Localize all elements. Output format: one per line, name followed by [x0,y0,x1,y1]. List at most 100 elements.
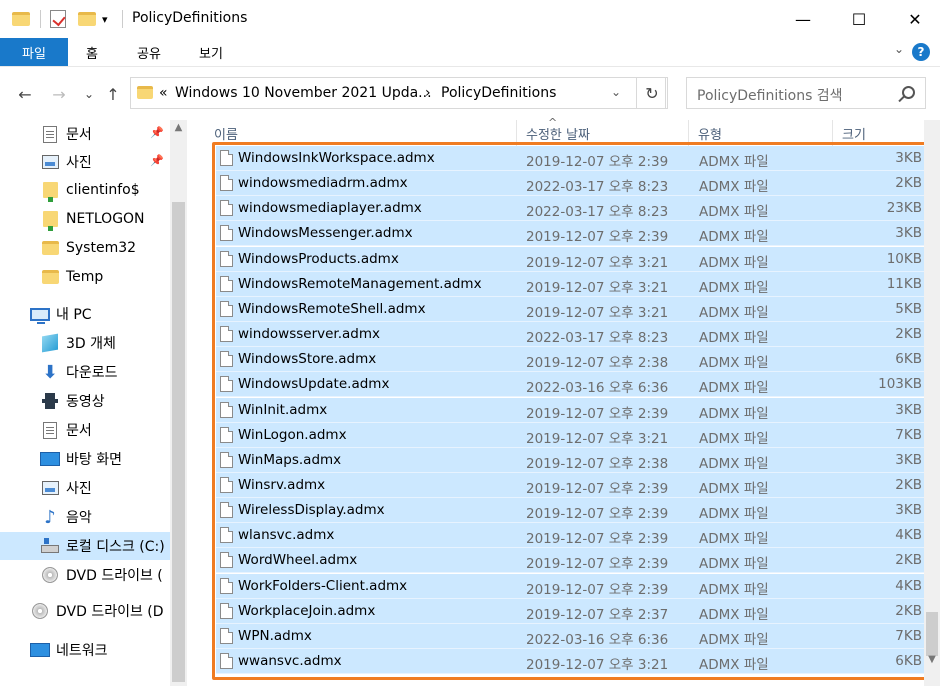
search-icon[interactable] [902,86,915,99]
new-folder-icon[interactable] [78,9,96,29]
file-size: 7KB [895,426,922,443]
table-row[interactable]: windowsmediadrm.admx 2022-03-17 오후 8:23 AD… [216,171,924,197]
search-input[interactable]: PolicyDefinitions 검색 [686,77,926,109]
sidebar-item-network[interactable]: 네트워크 [0,636,170,664]
file-icon [220,326,233,343]
sidebar-item-3d-objects[interactable]: 3D 개체 [0,329,170,357]
file-type: ADMX 파일 [699,506,769,523]
sidebar-item-dvd-drive[interactable]: DVD 드라이브 ( [0,561,170,589]
sidebar-item-videos[interactable]: 동영상 [0,387,170,415]
ribbon-expand-button[interactable]: ⌄ [894,42,904,56]
table-row[interactable]: WindowsUpdate.admx 2022-03-16 오후 6:36 ADMX… [216,372,924,398]
sidebar-item-documents[interactable]: 문서 [0,416,170,444]
table-row[interactable]: WinMaps.admx 2019-12-07 오후 2:38 ADMX 파일 3KB [216,447,924,473]
column-header-name[interactable]: 이름 [214,120,514,146]
scroll-up-icon[interactable]: ▲ [170,122,187,136]
sidebar-item-desktop[interactable]: 바탕 화면 [0,445,170,473]
sidebar-scrollbar-thumb[interactable] [172,202,185,682]
file-icon [220,401,233,418]
sidebar-item-dvd-drive-d[interactable]: DVD 드라이브 (D [0,597,170,625]
file-icon [220,451,233,468]
close-button[interactable]: ✕ [892,0,938,38]
table-row[interactable]: WPN.admx 2022-03-16 오후 6:36 ADMX 파일 7KB [216,623,924,649]
refresh-button[interactable]: ↻ [636,77,668,109]
file-list-scrollbar-thumb[interactable] [926,612,938,656]
sidebar-item-pictures[interactable]: 사진 [0,474,170,502]
file-size: 23KB [886,200,922,217]
table-row[interactable]: WorkFolders-Client.admx 2019-12-07 오후 2:3… [216,573,924,599]
file-size: 7KB [895,627,922,644]
sidebar-item-local-disk-c[interactable]: 로컬 디스크 (C:) [0,532,170,560]
file-type: ADMX 파일 [699,430,769,447]
tab-share[interactable]: 공유 [126,38,172,66]
table-row[interactable]: WindowsStore.admx 2019-12-07 오후 2:38 ADMX … [216,347,924,373]
table-row[interactable]: WindowsMessenger.admx 2019-12-07 오후 2:39 A… [216,221,924,247]
sidebar-item-pictures-quick[interactable]: 사진 [0,148,170,176]
column-divider[interactable] [832,120,833,146]
sidebar-item-label: 로컬 디스크 (C:) [66,539,165,555]
column-divider[interactable] [516,120,517,146]
table-row[interactable]: wlansvc.admx 2019-12-07 오후 2:39 ADMX 파일 4KB [216,523,924,549]
file-icon [220,476,233,493]
recent-locations-button[interactable]: ⌄ [78,83,100,105]
sidebar-item-label: 문서 [66,423,92,439]
table-row[interactable]: WindowsRemoteManagement.admx 2019-12-07 오… [216,271,924,297]
table-row[interactable]: WindowsProducts.admx 2019-12-07 오후 3:21 AD… [216,246,924,272]
sidebar-item-downloads[interactable]: ⬇ 다운로드 [0,358,170,386]
column-header-type[interactable]: 유형 [698,120,828,146]
table-row[interactable]: WinInit.admx 2019-12-07 오후 2:39 ADMX 파일 3KB [216,397,924,423]
table-row[interactable]: WindowsInkWorkspace.admx 2019-12-07 오후 2:… [216,146,924,171]
address-dropdown-button[interactable]: ⌄ [611,85,621,99]
maximize-button[interactable]: ☐ [836,0,882,38]
sidebar-item-clientinfo[interactable]: clientinfo$ [0,176,170,204]
breadcrumb-current[interactable]: PolicyDefinitions [441,85,556,101]
file-name: WindowsInkWorkspace.admx [238,150,435,166]
quick-access-dropdown-icon[interactable]: ▾ [102,9,108,29]
minimize-button[interactable]: — [780,0,826,38]
file-type: ADMX 파일 [699,254,769,271]
breadcrumb-overflow[interactable]: « [159,85,168,101]
sidebar-item-netlogon[interactable]: NETLOGON [0,205,170,233]
file-size: 2KB [895,476,922,493]
table-row[interactable]: Winsrv.admx 2019-12-07 오후 2:39 ADMX 파일 2KB [216,472,924,498]
breadcrumb-separator[interactable]: › [425,85,431,101]
table-row[interactable]: WordWheel.admx 2019-12-07 오후 2:39 ADMX 파일 2… [216,548,924,574]
breadcrumb-parent[interactable]: Windows 10 November 2021 Upda... [175,85,432,101]
sidebar-item-documents-quick[interactable]: 문서 [0,120,170,148]
table-row[interactable]: windowsserver.admx 2022-03-17 오후 8:23 ADMX… [216,322,924,348]
sidebar-item-label: System32 [66,240,137,256]
forward-button[interactable]: → [48,83,70,105]
table-row[interactable]: WinLogon.admx 2019-12-07 오후 3:21 ADMX 파일 7K… [216,422,924,448]
address-bar[interactable]: « Windows 10 November 2021 Upda... › Pol… [130,77,666,109]
table-row[interactable]: windowsmediaplayer.admx 2022-03-17 오후 8:2… [216,196,924,222]
file-name: windowsserver.admx [238,326,381,343]
tab-file[interactable]: 파일 [0,38,68,66]
column-header-date[interactable]: 수정한 날짜 [526,120,686,146]
help-button[interactable]: ? [912,43,930,61]
table-row[interactable]: wwansvc.admx 2019-12-07 오후 3:21 ADMX 파일 6KB [216,649,924,674]
file-list-scrollbar[interactable] [924,120,940,686]
up-button[interactable]: ↑ [102,83,124,105]
column-divider[interactable] [688,120,689,146]
file-date: 2019-12-07 오후 2:38 [526,455,669,472]
file-size: 2KB [895,602,922,619]
column-header-size[interactable]: 크기 [842,120,922,146]
properties-icon[interactable] [50,9,66,29]
sidebar-item-music[interactable]: ♪ 음악 [0,503,170,531]
sidebar-item-this-pc[interactable]: 내 PC [0,300,170,328]
video-icon [40,392,60,410]
file-icon [220,502,233,519]
back-button[interactable]: ← [14,83,36,105]
table-row[interactable]: WindowsRemoteShell.admx 2019-12-07 오후 3:2… [216,296,924,322]
pin-icon[interactable]: 📌 [150,154,164,167]
table-row[interactable]: WirelessDisplay.admx 2019-12-07 오후 2:39 AD… [216,498,924,524]
file-date: 2019-12-07 오후 3:21 [526,304,669,321]
sidebar-item-system32[interactable]: System32 [0,234,170,262]
tab-view[interactable]: 보기 [188,38,234,66]
tab-home[interactable]: 홈 [76,38,108,66]
pin-icon[interactable]: 📌 [150,126,164,139]
scroll-down-icon[interactable]: ▼ [924,654,940,668]
sidebar-item-temp[interactable]: Temp [0,263,170,291]
table-row[interactable]: WorkplaceJoin.admx 2019-12-07 오후 2:37 ADMX… [216,598,924,624]
document-icon [40,421,60,439]
